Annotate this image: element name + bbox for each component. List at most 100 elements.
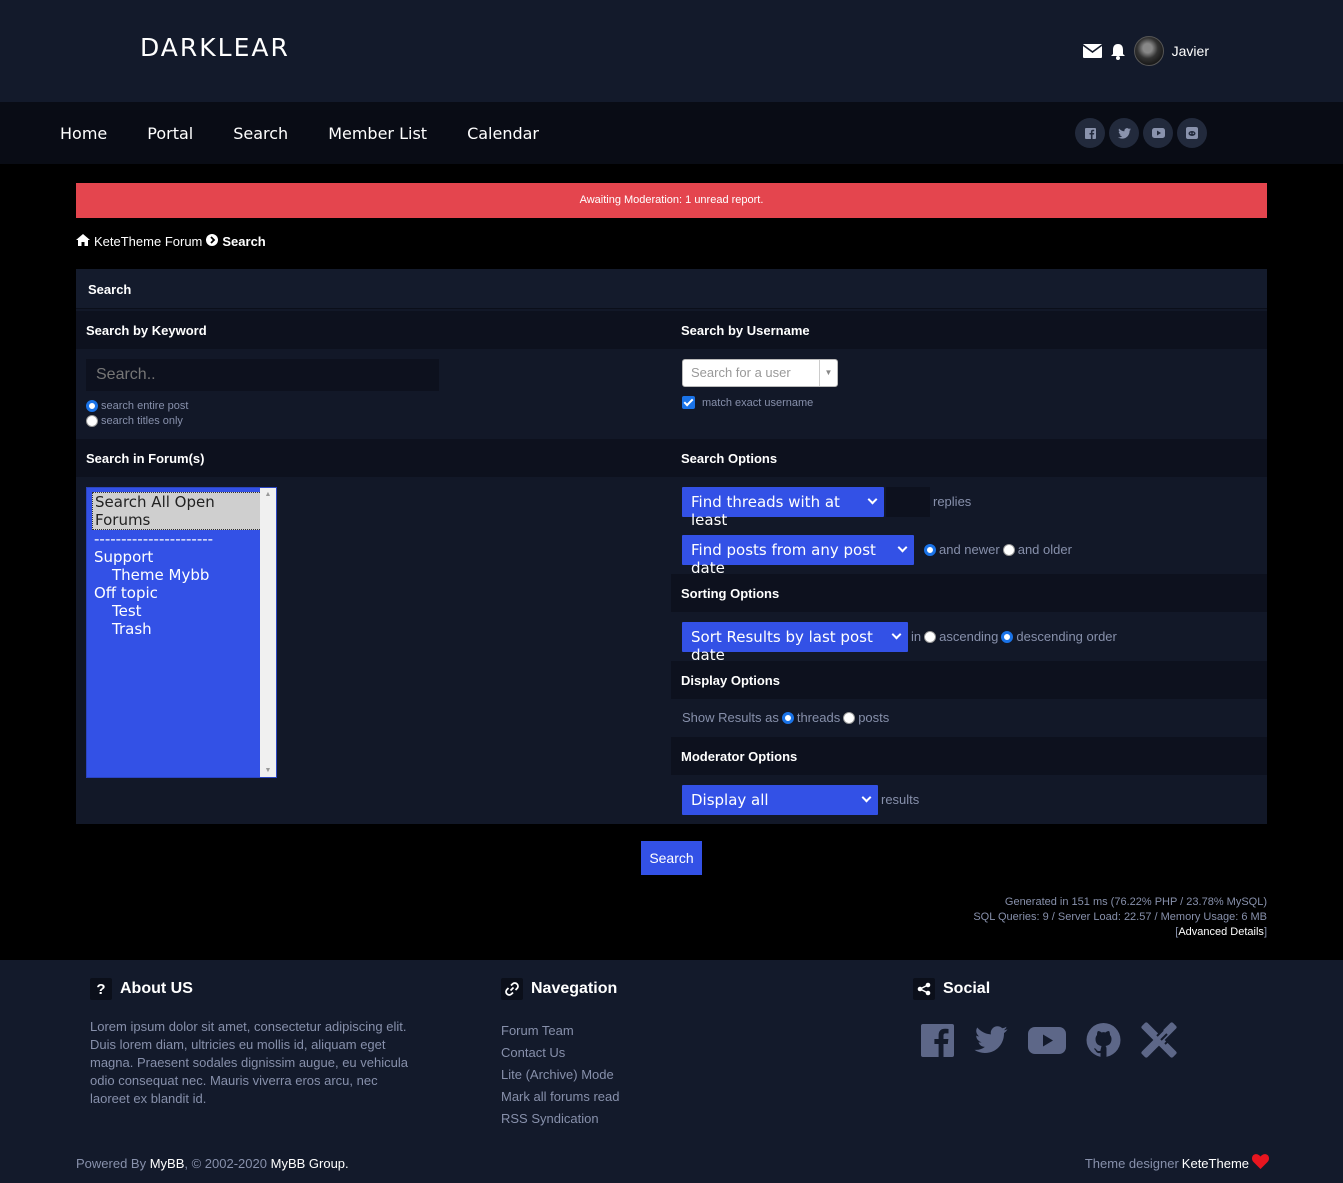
moderation-alert[interactable]: Awaiting Moderation: 1 unread report. (76, 183, 1267, 218)
footer: ? About US Lorem ipsum dolor sit amet, c… (0, 960, 1343, 1183)
chevron-down-icon (891, 629, 902, 640)
forum-option[interactable]: Theme Mybb (87, 566, 276, 584)
youtube-icon[interactable] (1143, 118, 1173, 148)
mail-icon[interactable] (1082, 44, 1102, 58)
keyword-input[interactable] (86, 359, 439, 391)
social-title-text: Social (943, 980, 991, 997)
site-logo[interactable]: DARKLEAR (140, 33, 290, 62)
forum-list-scrollbar[interactable]: ▲ ▼ (260, 488, 276, 777)
radio-older-label: and older (1017, 542, 1072, 557)
radio-threads[interactable] (781, 711, 794, 724)
radio-ascending[interactable] (924, 630, 937, 643)
bell-icon[interactable] (1110, 43, 1126, 60)
sort-select[interactable]: Sort Results by last post date (682, 622, 908, 664)
facebook-icon[interactable] (921, 1023, 954, 1062)
footer-link-rss[interactable]: RSS Syndication (501, 1108, 619, 1130)
twitter-icon[interactable] (1109, 118, 1139, 148)
home-icon[interactable] (76, 234, 90, 249)
sort-in-label: in (911, 629, 922, 644)
forums-heading: Search in Forum(s) (76, 439, 671, 477)
github-icon[interactable] (1086, 1023, 1121, 1062)
sorting-heading: Sorting Options (671, 574, 1267, 612)
moderator-heading: Moderator Options (671, 737, 1267, 775)
forum-option[interactable]: Support (87, 548, 276, 566)
scroll-up-icon[interactable]: ▲ (260, 491, 276, 498)
footer-link-mark-read[interactable]: Mark all forums read (501, 1086, 619, 1108)
sort-select-label: Sort Results by last post date (691, 628, 873, 664)
match-exact-checkbox[interactable] (682, 396, 695, 409)
advanced-details-link[interactable]: Advanced Details (1178, 926, 1264, 938)
nav-search[interactable]: Search (233, 124, 288, 143)
show-as-label: Show Results as (682, 710, 779, 725)
radio-entire-post-control[interactable] (86, 400, 98, 412)
breadcrumb-root[interactable]: KeteTheme Forum (94, 234, 202, 249)
threads-select[interactable]: Find threads with at least (682, 487, 884, 529)
date-direction: and newer and older (924, 542, 1072, 557)
twitter-icon[interactable] (974, 1026, 1008, 1059)
copyright-years: , © 2002-2020 (184, 1156, 267, 1171)
breadcrumb-current: Search (222, 234, 266, 249)
chevron-down-icon (897, 542, 908, 553)
match-exact[interactable]: match exact username (682, 396, 813, 409)
discord-icon[interactable] (1177, 118, 1207, 148)
header-social (1075, 118, 1207, 148)
theme-designer: Theme designer KeteTheme (1085, 1154, 1269, 1172)
radio-entire-post[interactable]: search entire post (86, 400, 188, 412)
debug-line-1: Generated in 151 ms (76.22% PHP / 23.78%… (1004, 896, 1267, 908)
mybb-group-link[interactable]: MyBB Group. (271, 1156, 349, 1171)
nav-title-text: Navegation (531, 980, 618, 997)
moderator-select[interactable]: Display all (682, 785, 878, 815)
avatar[interactable] (1133, 36, 1164, 66)
dropdown-arrow-icon[interactable]: ▼ (819, 360, 837, 386)
scroll-down-icon[interactable]: ▼ (260, 767, 276, 774)
user-area: Javier (1082, 36, 1209, 66)
footer-nav-list: Forum Team Contact Us Lite (Archive) Mod… (501, 1020, 619, 1130)
nav-home[interactable]: Home (60, 124, 107, 143)
radio-newer[interactable] (924, 543, 936, 556)
nav-portal[interactable]: Portal (147, 124, 193, 143)
chevron-right-icon (206, 234, 219, 249)
moderator-select-label: Display all (691, 791, 769, 809)
radio-titles-only-control[interactable] (86, 415, 98, 427)
radio-titles-only-label: search titles only (101, 415, 183, 427)
nav-member-list[interactable]: Member List (328, 124, 427, 143)
forum-option[interactable]: Test (87, 602, 276, 620)
debug-line-2: SQL Queries: 9 / Server Load: 22.57 / Me… (973, 911, 1267, 923)
youtube-icon[interactable] (1028, 1026, 1066, 1059)
mybb-link[interactable]: MyBB (150, 1156, 185, 1171)
sort-order: in ascending descending order (911, 629, 1117, 644)
forum-option[interactable]: Search All Open Forums (92, 492, 276, 530)
tools-icon[interactable] (1141, 1022, 1177, 1063)
radio-older[interactable] (1002, 543, 1015, 556)
forum-option[interactable]: Off topic (87, 584, 276, 602)
footer-social (921, 1022, 1177, 1063)
panel-title: Search (76, 269, 1267, 309)
forum-option[interactable]: Trash (87, 620, 276, 638)
username-placeholder: Search for a user (691, 365, 791, 380)
replies-input[interactable] (886, 487, 930, 517)
radio-threads-label: threads (796, 710, 841, 725)
powered-by-label: Powered By (76, 1156, 147, 1171)
footer-link-contact[interactable]: Contact Us (501, 1042, 619, 1064)
username-select[interactable]: Search for a user ▼ (682, 359, 838, 387)
nav-title: Navegation (501, 978, 617, 1000)
radio-descending[interactable] (1001, 630, 1014, 643)
about-title: ? About US (90, 978, 193, 1000)
designer-link[interactable]: KeteTheme (1182, 1156, 1249, 1171)
threads-select-label: Find threads with at least (691, 493, 840, 529)
forum-option: ---------------------- (94, 530, 214, 548)
radio-titles-only[interactable]: search titles only (86, 415, 183, 427)
breadcrumb: KeteTheme Forum Search (76, 234, 266, 249)
radio-posts-label: posts (858, 710, 890, 725)
radio-descending-label: descending order (1016, 629, 1117, 644)
post-date-select[interactable]: Find posts from any post date (682, 535, 914, 577)
facebook-icon[interactable] (1075, 118, 1105, 148)
username[interactable]: Javier (1172, 43, 1209, 59)
forum-list[interactable]: Search All Open Forums -----------------… (86, 487, 277, 778)
radio-posts[interactable] (843, 711, 856, 724)
search-button[interactable]: Search (641, 841, 702, 875)
nav-calendar[interactable]: Calendar (467, 124, 539, 143)
search-panel: Search Search by Keyword Search by Usern… (76, 269, 1267, 824)
footer-link-forum-team[interactable]: Forum Team (501, 1020, 619, 1042)
footer-link-lite-mode[interactable]: Lite (Archive) Mode (501, 1064, 619, 1086)
